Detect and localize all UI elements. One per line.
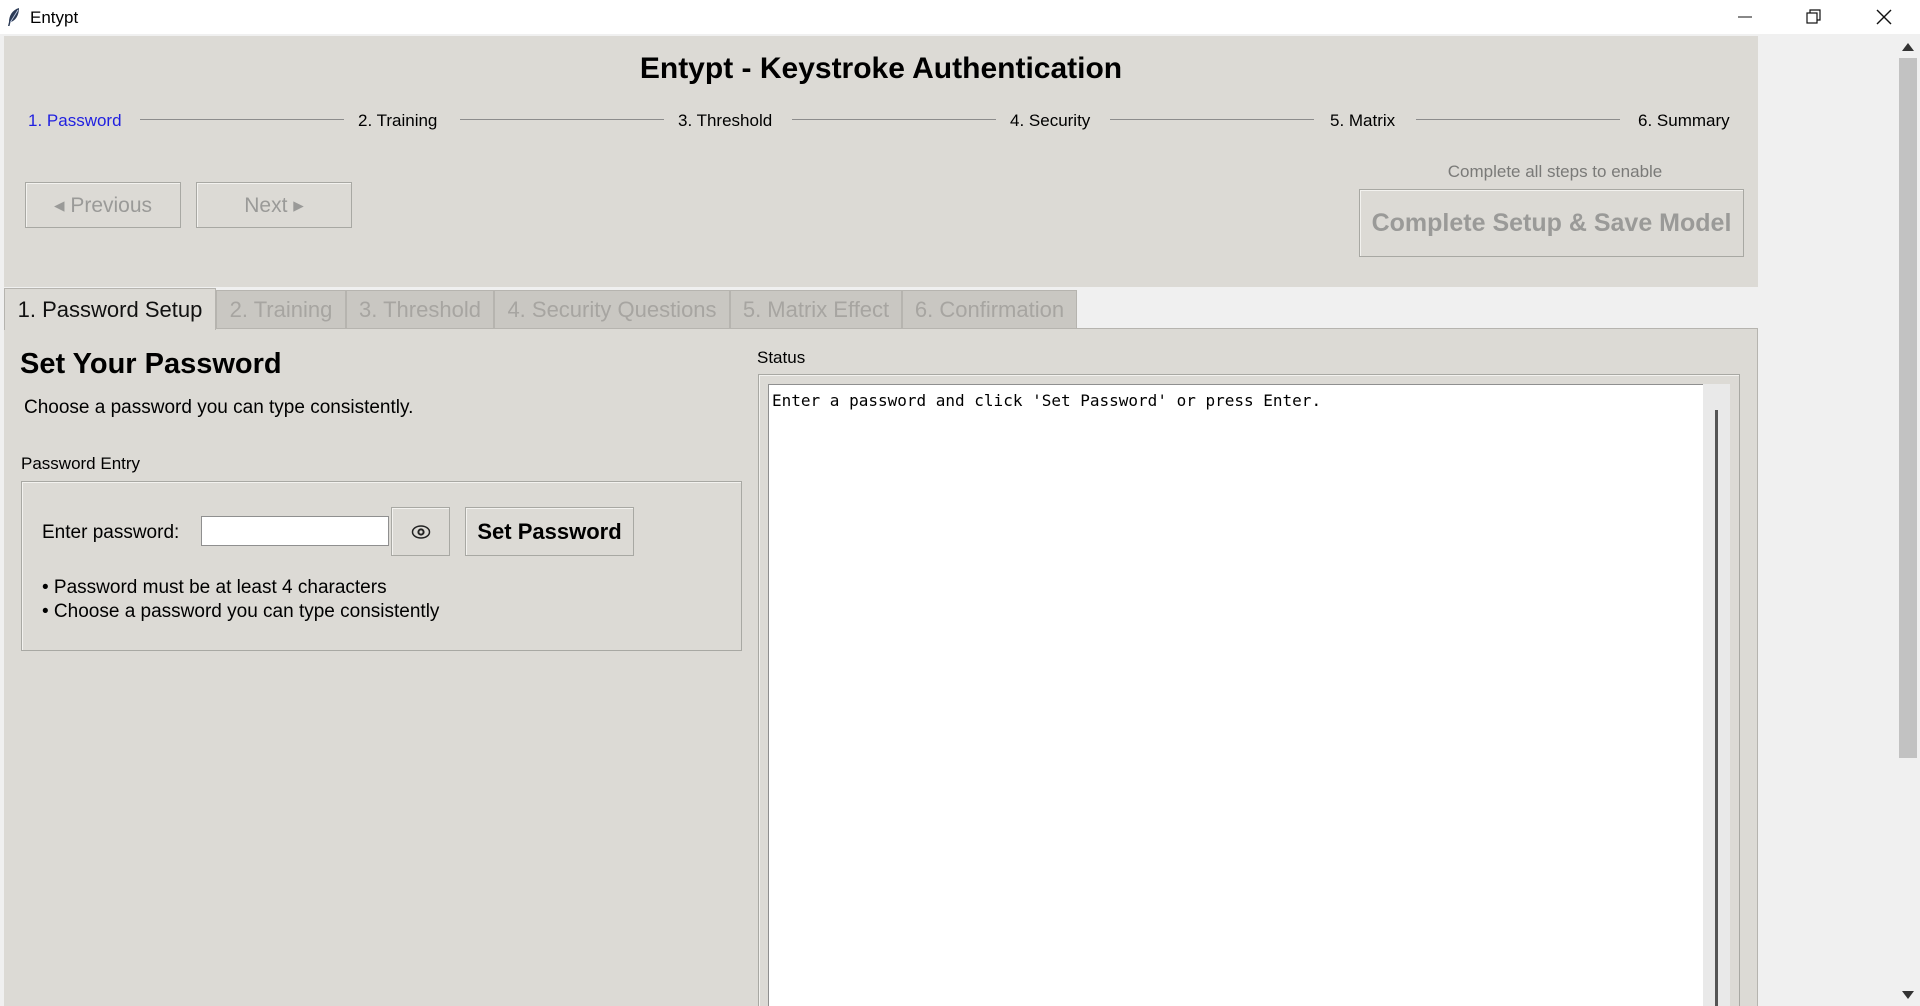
step-matrix: 5. Matrix [1330,111,1396,130]
tab-training[interactable]: 2. Training [216,290,346,328]
step-security: 4. Security [1010,111,1091,130]
step-summary: 6. Summary [1638,111,1730,130]
step-password: 1. Password [28,111,122,130]
hint-min-length: • Password must be at least 4 characters [42,577,387,598]
enter-password-label: Enter password: [42,522,180,543]
step-threshold: 3. Threshold [678,111,773,130]
step-connector [1110,119,1314,120]
section-subtitle: Choose a password you can type consisten… [24,397,414,418]
page-title: Entypt - Keystroke Authentication [639,52,1123,85]
step-connector [460,119,664,120]
tab-password-setup[interactable]: 1. Password Setup [4,288,216,330]
tab-security-questions[interactable]: 4. Security Questions [494,290,730,328]
restore-button[interactable] [1779,0,1849,34]
window-title: Entypt [30,8,79,27]
password-entry-group-label: Password Entry [21,454,141,473]
previous-button[interactable]: ◂ Previous [25,182,181,228]
tab-threshold[interactable]: 3. Threshold [346,290,494,328]
feather-icon [8,8,19,26]
password-input[interactable] [201,516,389,546]
status-group-label: Status [757,348,806,367]
scroll-up-button[interactable] [1896,36,1920,58]
minimize-icon [1738,16,1752,18]
close-button[interactable] [1849,0,1919,34]
step-connector [140,119,344,120]
arrow-down-icon [1902,991,1914,999]
step-connector [792,119,996,120]
scroll-down-button[interactable] [1896,984,1920,1006]
wizard-header: Entypt - Keystroke Authentication 1. Pas… [4,36,1758,287]
hint-consistency: • Choose a password you can type consist… [42,601,440,622]
title-bar [0,0,1920,34]
window-scrollbar-thumb[interactable] [1899,58,1917,758]
step-training: 2. Training [358,111,438,130]
eye-icon [411,524,430,539]
section-title: Set Your Password [20,348,282,380]
step-connector [1416,119,1620,120]
minimize-button[interactable] [1710,0,1780,34]
status-scrollbar-thumb[interactable] [1715,410,1718,1006]
status-textbox[interactable]: Enter a password and click 'Set Password… [768,384,1703,1006]
arrow-up-icon [1902,43,1914,51]
close-icon [1876,9,1892,25]
complete-setup-button[interactable]: Complete Setup & Save Model [1359,189,1744,257]
set-password-button[interactable]: Set Password [465,507,634,556]
restore-icon [1806,9,1821,24]
show-password-button[interactable] [391,507,450,556]
complete-hint: Complete all steps to enable [1447,162,1663,181]
tab-confirmation[interactable]: 6. Confirmation [902,290,1077,328]
tab-matrix-effect[interactable]: 5. Matrix Effect [730,290,902,328]
next-button[interactable]: Next ▸ [196,182,352,228]
